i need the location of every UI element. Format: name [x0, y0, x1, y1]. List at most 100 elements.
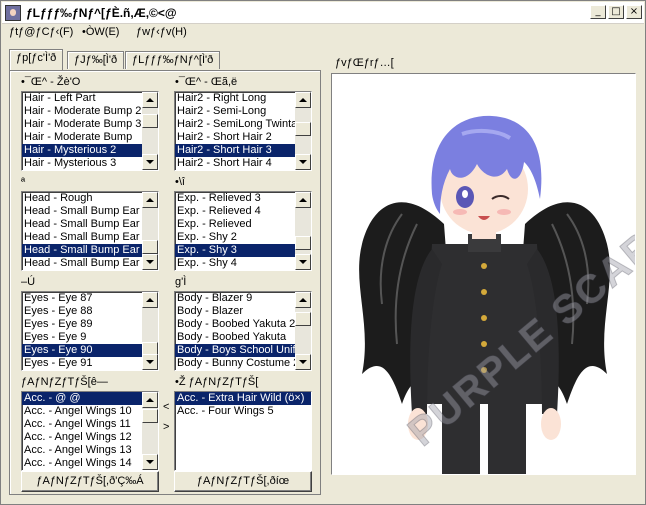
scroll-thumb[interactable] — [142, 409, 158, 423]
list-item[interactable]: Hair - Left Part — [22, 92, 158, 105]
list-item[interactable]: Body - Blazer — [175, 305, 311, 318]
list-item[interactable]: Eyes - Eye 89 — [22, 318, 158, 331]
scroll-up-icon[interactable] — [142, 192, 158, 208]
scroll-down-icon[interactable] — [295, 254, 311, 270]
head-scrollbar[interactable] — [142, 192, 158, 270]
hair-front-scrollbar[interactable] — [142, 92, 158, 170]
scroll-up-icon[interactable] — [295, 192, 311, 208]
list-item[interactable]: Exp. - Shy 4 — [175, 257, 311, 270]
eyes-scrollbar[interactable] — [142, 292, 158, 370]
tab-characters[interactable]: ƒLƒƒƒ‰ƒNƒ^[Ì'ð — [125, 51, 221, 69]
uniform-button — [481, 289, 487, 295]
list-item[interactable]: Head - Small Bump Ear 3 — [22, 218, 158, 231]
body-scrollbar[interactable] — [295, 292, 311, 370]
list-item[interactable]: Eyes - Eye 87 — [22, 292, 158, 305]
list-item[interactable]: Hair - Moderate Bump — [22, 131, 158, 144]
list-item[interactable]: Acc. - Angel Wings 13 — [22, 444, 158, 457]
list-item[interactable]: Hair2 - Semi-Long — [175, 105, 311, 118]
scroll-down-icon[interactable] — [142, 154, 158, 170]
accessory-available-scrollbar[interactable] — [142, 392, 158, 470]
list-item[interactable]: Body - Blazer 9 — [175, 292, 311, 305]
list-item[interactable]: Acc. - Angel Wings 10 — [22, 405, 158, 418]
list-item[interactable]: Acc. - Four Wings 5 — [175, 405, 311, 418]
close-button[interactable]: × — [626, 5, 642, 19]
body-list[interactable]: Body - Blazer 9 Body - Blazer Body - Boobe… — [174, 291, 312, 371]
window-title: ƒLƒƒƒ‰ƒNƒ^[ƒÈ.ñ,Æ,©<@ — [26, 6, 177, 20]
tab-parts[interactable]: ƒp[ƒc'Ì'ð — [9, 49, 64, 70]
list-item[interactable]: Hair2 - Short Hair 2 — [175, 131, 311, 144]
eyes-list[interactable]: Eyes - Eye 87 Eyes - Eye 88 Eyes - Eye 89 E… — [21, 291, 159, 371]
right-hand — [541, 408, 561, 440]
scroll-up-icon[interactable] — [142, 92, 158, 108]
list-item[interactable]: Exp. - Shy 3 — [175, 244, 311, 257]
expression-scrollbar[interactable] — [295, 192, 311, 270]
list-item[interactable]: Exp. - Relieved 4 — [175, 205, 311, 218]
list-item[interactable]: Acc. - Angel Wings 11 — [22, 418, 158, 431]
list-item[interactable]: Body - Boobed Yakuta — [175, 331, 311, 344]
scroll-thumb[interactable] — [295, 122, 311, 136]
scroll-down-icon[interactable] — [142, 254, 158, 270]
scroll-up-icon[interactable] — [142, 392, 158, 408]
accessory-list-label: ƒAƒNƒZƒTƒŠ[ê— — [21, 376, 108, 388]
list-item[interactable]: Hair - Moderate Bump 3 — [22, 118, 158, 131]
list-item[interactable]: Body - Bunny Costume 2 — [175, 357, 311, 370]
head-list[interactable]: Head - Rough Head - Small Bump Ear 2 Head … — [21, 191, 159, 271]
list-item[interactable]: Head - Small Bump Ear 5 — [22, 244, 158, 257]
scroll-down-icon[interactable] — [295, 154, 311, 170]
scroll-down-icon[interactable] — [142, 354, 158, 370]
maximize-button[interactable]: □ — [608, 5, 624, 19]
hair-front-list[interactable]: Hair - Left Part Hair - Moderate Bump 2 Ha… — [21, 91, 159, 171]
expression-list[interactable]: Exp. - Relieved 3 Exp. - Relieved 4 Exp. -… — [174, 191, 312, 271]
list-item[interactable]: Acc. - Angel Wings 14 — [22, 457, 158, 470]
scroll-thumb[interactable] — [142, 114, 158, 128]
move-right-arrow[interactable]: > — [163, 421, 169, 433]
remove-accessory-button[interactable]: ƒAƒNƒZƒTƒŠ[,ðíœ — [174, 471, 312, 492]
add-accessory-button[interactable]: ƒAƒNƒZƒTƒŠ[,ð'Ç‰Á — [21, 471, 159, 492]
menu-file[interactable]: ƒtƒ@ƒCƒ‹(F) — [9, 26, 73, 38]
scroll-down-icon[interactable] — [142, 454, 158, 470]
minimize-button[interactable]: _ — [590, 5, 606, 19]
expression-label: •\î — [175, 176, 185, 188]
list-item[interactable]: Acc. - Angel Wings 12 — [22, 431, 158, 444]
title-bar[interactable]: ƒLƒƒƒ‰ƒNƒ^[ƒÈ.ñ,Æ,©<@ _ □ × — [2, 2, 644, 24]
list-item[interactable]: Hair2 - Right Long — [175, 92, 311, 105]
list-item[interactable]: Eyes - Eye 91 — [22, 357, 158, 370]
hair-back-list[interactable]: Hair2 - Right Long Hair2 - Semi-Long Hair2… — [174, 91, 312, 171]
scroll-thumb[interactable] — [142, 240, 158, 254]
list-item[interactable]: Head - Small Bump Ear 4 — [22, 231, 158, 244]
accessory-available-list[interactable]: Acc. - @ @ Acc. - Angel Wings 10 Acc. - An… — [21, 391, 159, 471]
menu-help[interactable]: ƒwƒ‹ƒv(H) — [136, 26, 187, 38]
move-left-arrow[interactable]: < — [163, 401, 169, 413]
list-item[interactable]: Acc. - @ @ — [22, 392, 158, 405]
list-item[interactable]: Eyes - Eye 90 — [22, 344, 158, 357]
list-item[interactable]: Eyes - Eye 88 — [22, 305, 158, 318]
scroll-down-icon[interactable] — [295, 354, 311, 370]
list-item[interactable]: Eyes - Eye 9 — [22, 331, 158, 344]
list-item[interactable]: Hair - Mysterious 3 — [22, 157, 158, 170]
scroll-thumb[interactable] — [295, 236, 311, 250]
tab-colors[interactable]: ƒJƒ‰[Ì'ð — [67, 51, 125, 69]
list-item[interactable]: Head - Rough — [22, 192, 158, 205]
list-item[interactable]: Hair - Moderate Bump 2 — [22, 105, 158, 118]
list-item[interactable]: Head - Small Bump Ear 6 — [22, 257, 158, 270]
accessory-equipped-list[interactable]: Acc. - Extra Hair Wild (ö×) Acc. - Four W… — [174, 391, 312, 471]
list-item[interactable]: Hair2 - Short Hair 4 — [175, 157, 311, 170]
list-item[interactable]: Hair2 - Short Hair 3 — [175, 144, 311, 157]
hair-back-scrollbar[interactable] — [295, 92, 311, 170]
scroll-up-icon[interactable] — [295, 292, 311, 308]
list-item[interactable]: Acc. - Extra Hair Wild (ö×) — [175, 392, 311, 405]
list-item[interactable]: Body - Boobed Yakuta 2 — [175, 318, 311, 331]
list-item[interactable]: Head - Small Bump Ear 2 — [22, 205, 158, 218]
scroll-up-icon[interactable] — [295, 92, 311, 108]
scroll-thumb[interactable] — [295, 312, 311, 326]
list-item[interactable]: Body - Boys School Uniform — [175, 344, 311, 357]
list-item[interactable]: Exp. - Relieved 3 — [175, 192, 311, 205]
app-window: ƒLƒƒƒ‰ƒNƒ^[ƒÈ.ñ,Æ,©<@ _ □ × ƒtƒ@ƒCƒ‹(F) … — [0, 0, 646, 505]
list-item[interactable]: Exp. - Relieved — [175, 218, 311, 231]
uniform-button — [481, 341, 487, 347]
list-item[interactable]: Exp. - Shy 2 — [175, 231, 311, 244]
menu-edit[interactable]: •ÒW(E) — [82, 26, 119, 38]
list-item[interactable]: Hair2 - SemiLong Twintails — [175, 118, 311, 131]
scroll-up-icon[interactable] — [142, 292, 158, 308]
list-item[interactable]: Hair - Mysterious 2 — [22, 144, 158, 157]
